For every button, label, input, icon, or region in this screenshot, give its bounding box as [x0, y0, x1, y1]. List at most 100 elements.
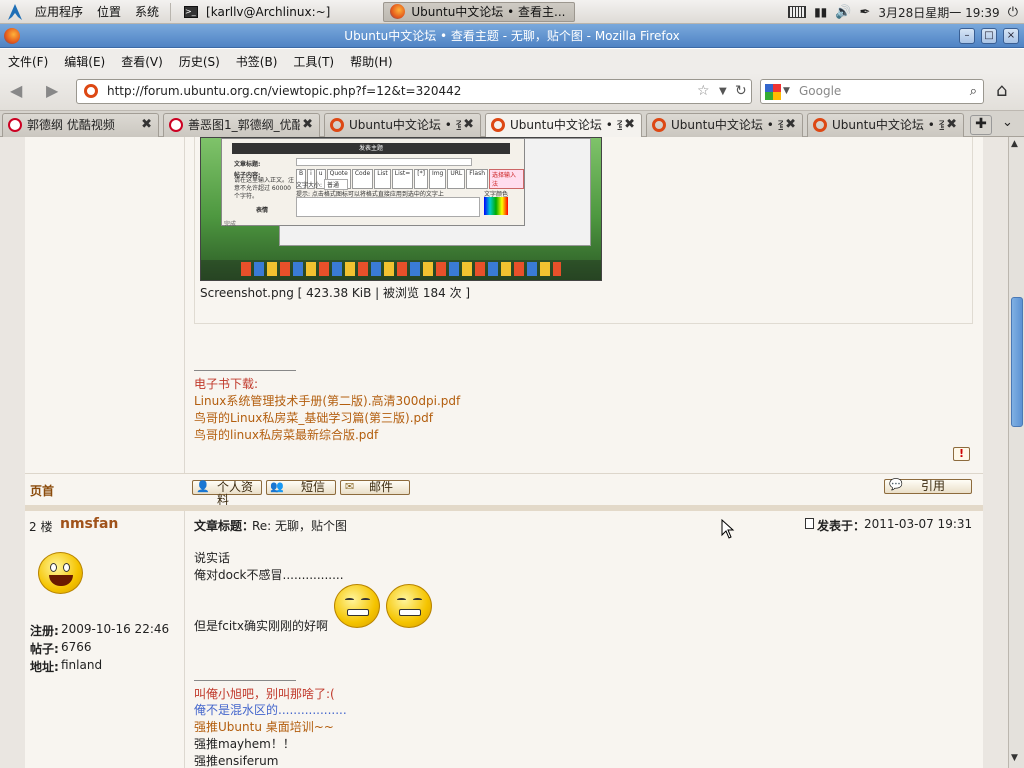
- post-body-line-1: 说实话: [194, 551, 231, 565]
- post-icon: [805, 518, 814, 529]
- search-placeholder: Google: [799, 84, 842, 98]
- mouse-cursor-icon: [721, 519, 735, 539]
- tab-close-icon[interactable]: ✖: [141, 114, 152, 136]
- tab-1[interactable]: 郭德纲 优酷视频 ✖: [2, 113, 159, 137]
- mini-list-item-button: [*]: [414, 169, 428, 189]
- reload-icon[interactable]: ↻: [735, 80, 747, 103]
- user-icon: 👤: [196, 480, 210, 493]
- pm-button-label: 短信: [301, 480, 326, 494]
- menu-edit[interactable]: 编辑(E): [56, 53, 113, 70]
- post-body-line-3: 但是fcitx确实刚刚的好啊: [194, 619, 328, 633]
- applications-menu[interactable]: 应用程序: [28, 0, 90, 24]
- scroll-up-icon[interactable]: ▲: [1011, 139, 1018, 149]
- back-to-top-link[interactable]: 页首: [30, 482, 54, 499]
- location: finland: [61, 658, 103, 672]
- arch-logo-icon[interactable]: [6, 3, 24, 21]
- back-icon[interactable]: ◀: [10, 81, 22, 100]
- network-icon[interactable]: ▮▮: [814, 5, 827, 19]
- tab-3[interactable]: Ubuntu中文论坛 • 查看主题✖: [324, 113, 481, 137]
- menu-tools[interactable]: 工具(T): [285, 53, 342, 70]
- signature-link-1[interactable]: 强推Ubuntu 桌面培训~~: [194, 718, 334, 735]
- ubuntu-icon: [491, 118, 505, 132]
- minimize-button[interactable]: –: [959, 28, 975, 44]
- top-panel: 应用程序 位置 系统 >_ [karllv@Archlinux:~] Ubunt…: [0, 0, 1024, 24]
- clock[interactable]: 3月28日星期一 19:39: [878, 4, 999, 21]
- mini-list-button: List: [374, 169, 391, 189]
- emoticon-eye: [345, 598, 354, 601]
- pen-icon[interactable]: ✒: [859, 5, 870, 20]
- post-2: [25, 511, 983, 768]
- ebook-link-1[interactable]: Linux系统管理技术手册(第二版).高清300dpi.pdf: [194, 392, 460, 409]
- system-menu[interactable]: 系统: [128, 0, 166, 24]
- close-button[interactable]: ×: [1003, 28, 1019, 44]
- menu-view[interactable]: 查看(V): [113, 53, 171, 70]
- tab-4-active[interactable]: Ubuntu中文论坛 • 查看主题✖: [485, 113, 642, 138]
- system-tray: ▮▮ 🔊 ✒ 3月28日星期一 19:39 ⏻: [788, 0, 1024, 24]
- ebook-link-2[interactable]: 鸟哥的Linux私房菜_基础学习篇(第三版).pdf: [194, 409, 433, 426]
- speech-bubble-icon: 💬: [889, 478, 903, 491]
- scroll-down-icon[interactable]: ▼: [1011, 753, 1018, 763]
- subject-label: 文章标题：: [194, 519, 255, 533]
- menu-history[interactable]: 历史(S): [171, 53, 228, 70]
- menu-file[interactable]: 文件(F): [0, 53, 56, 70]
- posted-label: 发表于：: [817, 519, 866, 533]
- quote-button[interactable]: 💬 引用: [884, 478, 972, 494]
- attachment-caption: Screenshot.png [ 423.38 KiB | 被浏览 184 次 …: [200, 286, 471, 300]
- power-icon[interactable]: ⏻: [1008, 5, 1018, 20]
- tab-close-icon[interactable]: ✖: [302, 114, 313, 136]
- search-engine-dropdown-icon[interactable]: ▼: [783, 80, 790, 103]
- taskbar-terminal[interactable]: >_ [karllv@Archlinux:~]: [177, 2, 337, 22]
- tab-5[interactable]: Ubuntu中文论坛 • 查看主题✖: [646, 113, 803, 137]
- emoticon-eye: [397, 598, 406, 601]
- volume-icon[interactable]: 🔊: [835, 5, 851, 20]
- menu-help[interactable]: 帮助(H): [342, 53, 400, 70]
- tab-6[interactable]: Ubuntu中文论坛 • 查看主题✖: [807, 113, 964, 137]
- quote-button-label: 引用: [921, 479, 946, 493]
- places-menu[interactable]: 位置: [90, 0, 128, 24]
- mini-textarea: [296, 197, 480, 217]
- tab-label: 善恶图1_郭德纲_优酷视频: [188, 118, 300, 132]
- signature-line-5: 强推ensiferum: [194, 754, 279, 768]
- menu-bookmarks[interactable]: 书签(B): [228, 53, 286, 70]
- pm-button[interactable]: 👥 短信: [266, 480, 336, 495]
- search-input[interactable]: ▼ Google ⌕: [760, 79, 984, 104]
- tab-close-icon[interactable]: ✖: [785, 114, 796, 136]
- ubuntu-icon: [813, 118, 827, 132]
- ubuntu-icon: [652, 118, 666, 132]
- window-titlebar[interactable]: Ubuntu中文论坛 • 查看主题 - 无聊，贴个图 - Mozilla Fir…: [0, 24, 1024, 48]
- ubuntu-icon: [330, 118, 344, 132]
- post-author[interactable]: nmsfan: [60, 516, 118, 532]
- report-icon[interactable]: !: [953, 447, 970, 461]
- vertical-scrollbar[interactable]: ▲ ▼: [1008, 137, 1024, 768]
- keyboard-icon[interactable]: [788, 6, 807, 18]
- search-icon[interactable]: ⌕: [970, 80, 977, 103]
- emoticon-grin-2: [386, 584, 432, 628]
- maximize-button[interactable]: □: [981, 28, 997, 44]
- firefox-window-icon: [4, 28, 20, 44]
- mini-color-palette: [484, 197, 508, 215]
- bookmark-star-icon[interactable]: ☆: [697, 80, 710, 103]
- tab-list-icon[interactable]: ⌄: [1002, 115, 1013, 130]
- attachment-image[interactable]: 发表主题 文章标题: 帖子内容: 请在这里输入正文。注意不允许超过 60000 …: [200, 137, 602, 281]
- mini-status: 完成: [224, 221, 237, 228]
- tab-close-icon[interactable]: ✖: [463, 114, 474, 136]
- emoticon-eye: [361, 598, 370, 601]
- post-2-divider: [184, 511, 185, 768]
- url-bar[interactable]: http://forum.ubuntu.org.cn/viewtopic.php…: [76, 79, 752, 104]
- home-icon[interactable]: ⌂: [996, 80, 1007, 101]
- scroll-thumb[interactable]: [1011, 297, 1023, 427]
- taskbar-firefox[interactable]: Ubuntu中文论坛 • 查看主...: [383, 1, 576, 22]
- forward-icon[interactable]: ▶: [46, 81, 58, 100]
- tab-close-icon[interactable]: ✖: [624, 114, 635, 136]
- avatar: [38, 552, 83, 594]
- dropdown-icon[interactable]: ▼: [719, 80, 727, 103]
- new-tab-icon[interactable]: ✚: [970, 115, 992, 135]
- ebook-link-3[interactable]: 鸟哥的linux私房菜最新综合版.pdf: [194, 426, 378, 443]
- avatar-eye-left: [50, 563, 57, 572]
- site-favicon-icon: [84, 84, 98, 98]
- tab-2[interactable]: 善恶图1_郭德纲_优酷视频✖: [163, 113, 320, 137]
- profile-button[interactable]: 👤 个人资料: [192, 480, 262, 507]
- tab-close-icon[interactable]: ✖: [946, 114, 957, 136]
- mini-list-eq-button: List=: [391, 169, 414, 189]
- email-button[interactable]: ✉ 邮件: [340, 480, 410, 495]
